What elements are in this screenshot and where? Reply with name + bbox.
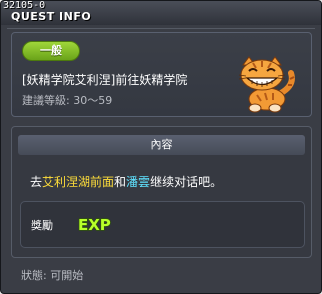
recommended-level: 建議等級: 30～59: [22, 92, 112, 108]
orange-tabby-cat-icon: [238, 56, 295, 113]
title-divider: [7, 28, 315, 29]
reward-box: 獎勵 EXP: [20, 201, 305, 248]
level-range: 30～59: [73, 94, 113, 107]
content-header: 內容: [18, 135, 305, 155]
location-highlight: 艾利涅湖前面: [42, 175, 115, 189]
title-bar[interactable]: 32105-0 QUEST INFO: [1, 1, 321, 25]
quest-description: 去艾利涅湖前面和潘雲继续对话吧。: [30, 173, 222, 190]
description-prefix: 去: [30, 175, 43, 189]
quest-name: [妖精学院艾利涅]前往妖精学院: [22, 73, 188, 87]
exp-icon-text: EXP: [78, 216, 111, 234]
quest-header-panel: 一般 [妖精学院艾利涅]前往妖精学院 建議等級: 30～59: [11, 32, 312, 117]
quest-info-window: 32105-0 QUEST INFO 一般 [妖精学院艾利涅]前往妖精学院 建議…: [0, 0, 322, 294]
window-title: QUEST INFO: [11, 10, 92, 23]
npc-highlight: 潘雲: [126, 175, 151, 189]
level-label: 建議等級:: [22, 94, 70, 107]
reward-label: 獎勵: [31, 219, 53, 232]
description-middle: 和: [114, 175, 127, 189]
content-panel: 內容 去艾利涅湖前面和潘雲继续对话吧。 獎勵 EXP: [11, 126, 312, 258]
status-label: 狀態:: [21, 269, 51, 282]
status-value: 可開始: [50, 269, 84, 282]
quest-status: 狀態: 可開始: [21, 267, 83, 283]
exp-icon: EXP: [77, 215, 111, 234]
description-suffix: 继续对话吧。: [150, 175, 223, 189]
quest-category-badge: 一般: [22, 41, 80, 61]
